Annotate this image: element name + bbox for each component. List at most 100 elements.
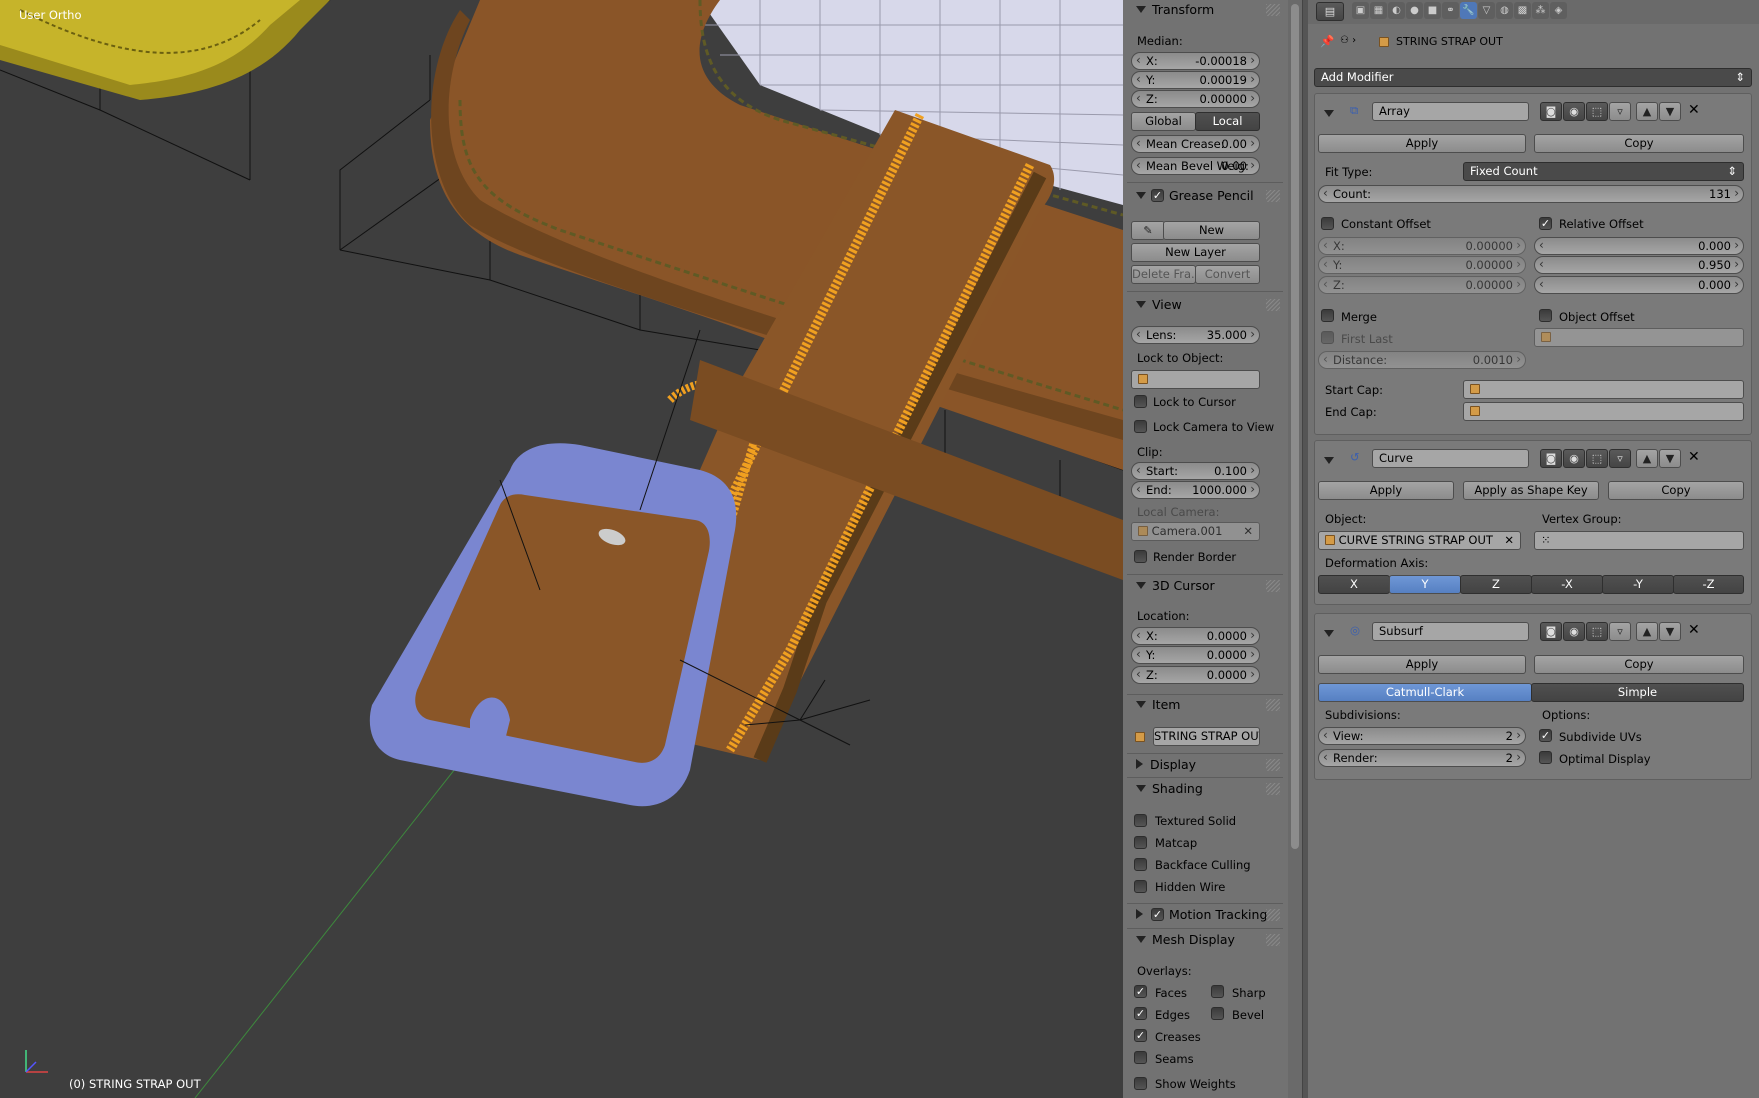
- subsurf-copy-button[interactable]: Copy: [1534, 655, 1744, 674]
- constant-z-field[interactable]: Z:0.00000: [1318, 276, 1526, 294]
- relative-y-field[interactable]: 0.950: [1534, 256, 1744, 274]
- median-y-field[interactable]: Y:0.00019: [1131, 71, 1260, 89]
- convert-button[interactable]: Convert: [1195, 265, 1260, 284]
- data-tab-icon[interactable]: ▽: [1478, 2, 1495, 19]
- panel-header-3d-cursor[interactable]: 3D Cursor: [1136, 578, 1215, 593]
- cage-toggle-icon[interactable]: ▿: [1609, 102, 1631, 121]
- show-weights-checkbox[interactable]: [1134, 1077, 1147, 1090]
- panel-header-view[interactable]: View: [1136, 297, 1182, 312]
- simple-button[interactable]: Simple: [1531, 683, 1744, 702]
- object-offset-checkbox[interactable]: [1539, 309, 1552, 322]
- viewport-toggle-icon[interactable]: ◉: [1563, 449, 1585, 468]
- add-modifier-dropdown[interactable]: Add Modifier ⇕: [1314, 68, 1752, 87]
- matcap-checkbox[interactable]: [1134, 836, 1147, 849]
- mean-bevel-field[interactable]: Mean Bevel Weig:0.00: [1131, 157, 1260, 175]
- subdiv-view-field[interactable]: View:2: [1318, 727, 1526, 745]
- backface-culling-checkbox[interactable]: [1134, 858, 1147, 871]
- texture-tab-icon[interactable]: ▩: [1514, 2, 1531, 19]
- curve-object-field[interactable]: CURVE STRING STRAP OUT ✕: [1318, 531, 1521, 550]
- panel-header-mesh-display[interactable]: Mesh Display: [1136, 932, 1235, 947]
- apply-as-shape-key-button[interactable]: Apply as Shape Key: [1463, 481, 1599, 500]
- move-up-icon[interactable]: ▲: [1636, 622, 1658, 641]
- faces-checkbox[interactable]: ✓: [1134, 985, 1147, 998]
- collapse-array-icon[interactable]: [1324, 107, 1340, 121]
- scrollbar-thumb[interactable]: [1291, 4, 1299, 849]
- item-name-field[interactable]: STRING STRAP OUT: [1153, 727, 1260, 746]
- count-field[interactable]: Count:131: [1318, 185, 1744, 203]
- local-toggle[interactable]: Local: [1195, 112, 1260, 131]
- material-tab-icon[interactable]: ◍: [1496, 2, 1513, 19]
- move-down-icon[interactable]: ▼: [1659, 102, 1681, 121]
- render-toggle-icon[interactable]: ◙: [1540, 102, 1562, 121]
- merge-distance-field[interactable]: Distance:0.0010: [1318, 351, 1526, 369]
- clip-start-field[interactable]: Start:0.100: [1131, 462, 1260, 480]
- object-tab-icon[interactable]: ■: [1424, 2, 1441, 19]
- editmode-toggle-icon[interactable]: ⬚: [1586, 102, 1608, 121]
- array-name-field[interactable]: Array: [1372, 102, 1529, 121]
- lock-object-field[interactable]: [1131, 370, 1260, 389]
- subsurf-apply-button[interactable]: Apply: [1318, 655, 1526, 674]
- delete-frame-button[interactable]: Delete Fra...: [1131, 265, 1196, 284]
- remove-curve-icon[interactable]: ✕: [1688, 450, 1700, 464]
- move-down-icon[interactable]: ▼: [1659, 622, 1681, 641]
- mean-crease-field[interactable]: Mean Crease:0.00: [1131, 135, 1260, 153]
- end-cap-field[interactable]: [1463, 402, 1744, 421]
- catmull-clark-button[interactable]: Catmull-Clark: [1318, 683, 1532, 702]
- array-copy-button[interactable]: Copy: [1534, 134, 1744, 153]
- textured-solid-checkbox[interactable]: [1134, 814, 1147, 827]
- grease-pencil-icon[interactable]: ✎: [1131, 221, 1165, 240]
- cursor-z-field[interactable]: Z:0.0000: [1131, 666, 1260, 684]
- optimal-display-checkbox[interactable]: [1539, 751, 1552, 764]
- motion-tracking-checkbox[interactable]: ✓: [1151, 908, 1164, 921]
- cage-toggle-icon[interactable]: ▿: [1609, 622, 1631, 641]
- panel-header-item[interactable]: Item: [1136, 697, 1180, 712]
- array-apply-button[interactable]: Apply: [1318, 134, 1526, 153]
- panel-grip[interactable]: [1266, 190, 1280, 202]
- axis-neg-z-button[interactable]: -Z: [1673, 575, 1744, 594]
- constant-x-field[interactable]: X:0.00000: [1318, 237, 1526, 255]
- sharp-checkbox[interactable]: [1211, 985, 1224, 998]
- render-tab-icon[interactable]: ▣: [1352, 2, 1369, 19]
- curve-copy-button[interactable]: Copy: [1608, 481, 1744, 500]
- curve-apply-button[interactable]: Apply: [1318, 481, 1454, 500]
- collapse-subsurf-icon[interactable]: [1324, 627, 1340, 641]
- clear-icon[interactable]: ✕: [1504, 532, 1514, 549]
- shelf-scrollbar[interactable]: [1288, 0, 1302, 1098]
- new-grease-pencil-button[interactable]: New: [1163, 221, 1260, 240]
- subsurf-name-field[interactable]: Subsurf: [1372, 622, 1529, 641]
- clear-icon[interactable]: ✕: [1243, 523, 1253, 540]
- relative-offset-checkbox[interactable]: ✓: [1539, 217, 1552, 230]
- 3d-viewport[interactable]: User Ortho (0) STRING STRAP OUT: [0, 0, 1123, 1098]
- relative-z-field[interactable]: 0.000: [1534, 276, 1744, 294]
- move-up-icon[interactable]: ▲: [1636, 449, 1658, 468]
- render-layers-tab-icon[interactable]: ▦: [1370, 2, 1387, 19]
- panel-grip[interactable]: [1266, 699, 1280, 711]
- panel-grip[interactable]: [1266, 759, 1280, 771]
- cursor-y-field[interactable]: Y:0.0000: [1131, 646, 1260, 664]
- panel-grip[interactable]: [1266, 4, 1280, 16]
- offset-object-field[interactable]: [1534, 328, 1744, 347]
- remove-subsurf-icon[interactable]: ✕: [1688, 623, 1700, 637]
- lens-field[interactable]: Lens:35.000: [1131, 326, 1260, 344]
- first-last-checkbox[interactable]: [1321, 331, 1334, 344]
- modifiers-tab-icon[interactable]: 🔧: [1460, 2, 1477, 19]
- editmode-toggle-icon[interactable]: ⬚: [1586, 622, 1608, 641]
- local-camera-field[interactable]: Camera.001 ✕: [1131, 522, 1260, 541]
- hidden-wire-checkbox[interactable]: [1134, 880, 1147, 893]
- constant-y-field[interactable]: Y:0.00000: [1318, 256, 1526, 274]
- panel-header-grease-pencil[interactable]: [1136, 188, 1152, 203]
- creases-checkbox[interactable]: ✓: [1134, 1029, 1147, 1042]
- panel-grip[interactable]: [1266, 909, 1280, 921]
- move-down-icon[interactable]: ▼: [1659, 449, 1681, 468]
- axis-x-button[interactable]: X: [1318, 575, 1390, 594]
- axis-neg-y-button[interactable]: -Y: [1602, 575, 1674, 594]
- axis-z-button[interactable]: Z: [1460, 575, 1532, 594]
- panel-header-shading[interactable]: Shading: [1136, 781, 1203, 796]
- axis-y-button[interactable]: Y: [1389, 575, 1461, 594]
- panel-header-motion-tracking[interactable]: [1136, 907, 1150, 922]
- collapse-curve-icon[interactable]: [1324, 454, 1340, 468]
- viewport-toggle-icon[interactable]: ◉: [1563, 622, 1585, 641]
- world-tab-icon[interactable]: ●: [1406, 2, 1423, 19]
- edges-checkbox[interactable]: ✓: [1134, 1007, 1147, 1020]
- editor-type-icon[interactable]: ▤: [1316, 2, 1344, 21]
